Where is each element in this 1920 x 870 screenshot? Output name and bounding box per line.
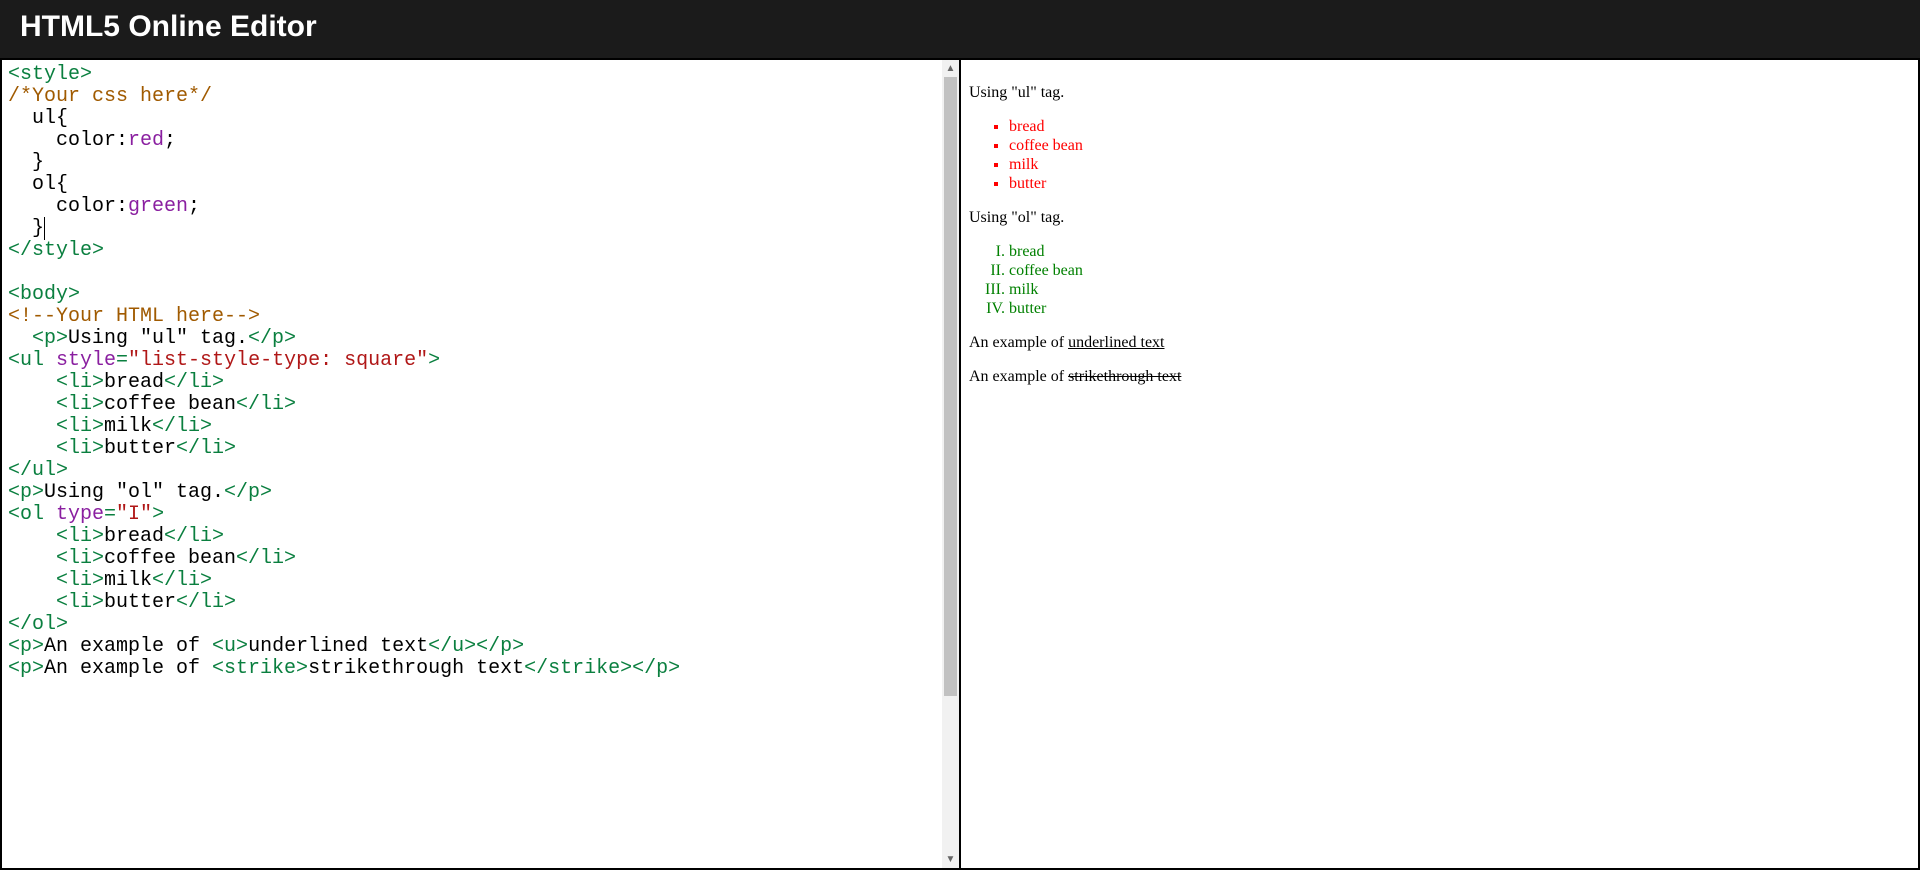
code-token: ; xyxy=(164,129,176,152)
scroll-thumb[interactable] xyxy=(944,77,957,696)
code-token: <style> xyxy=(8,63,92,86)
code-token: <li> xyxy=(8,525,104,548)
code-token: <li> xyxy=(8,569,104,592)
code-editor[interactable]: <style> /*Your css here*/ ul{ color:red;… xyxy=(2,60,942,868)
code-token: <p> xyxy=(8,657,44,680)
code-token: <u> xyxy=(212,635,248,658)
code-token: <strike> xyxy=(212,657,308,680)
code-token: underlined text xyxy=(248,635,428,658)
list-item: milk xyxy=(1009,156,1910,174)
code-token: ul{ xyxy=(8,107,68,130)
code-token: bread xyxy=(104,371,164,394)
code-token: </strike> xyxy=(524,657,632,680)
preview-content: Using "ul" tag. bread coffee bean milk b… xyxy=(961,60,1918,410)
code-token: ol{ xyxy=(8,173,68,196)
code-token: </li> xyxy=(236,547,296,570)
list-item: bread xyxy=(1009,243,1910,261)
code-token: <body> xyxy=(8,283,80,306)
code-token: An example of xyxy=(44,657,212,680)
preview-text: Using "ul" tag. xyxy=(969,84,1910,102)
code-token: An example of xyxy=(44,635,212,658)
code-token: "I" xyxy=(116,503,152,526)
code-token: <!--Your HTML here--> xyxy=(8,305,260,328)
code-token: </li> xyxy=(152,415,212,438)
code-token: Using "ol" tag. xyxy=(44,481,224,504)
code-token: <li> xyxy=(8,393,104,416)
preview-ul: bread coffee bean milk butter xyxy=(969,118,1910,193)
code-token: color: xyxy=(8,195,128,218)
code-token: </li> xyxy=(164,525,224,548)
code-token: </ul> xyxy=(8,459,68,482)
code-token: </p> xyxy=(632,657,680,680)
list-item: coffee bean xyxy=(1009,262,1910,280)
list-item: butter xyxy=(1009,175,1910,193)
code-token: style xyxy=(56,349,116,372)
code-token: = xyxy=(104,503,116,526)
underlined-text: underlined text xyxy=(1068,334,1164,351)
preview-text: An example of underlined text xyxy=(969,334,1910,352)
code-token: milk xyxy=(104,415,152,438)
scroll-down-icon[interactable]: ▼ xyxy=(942,851,959,868)
code-token: </p> xyxy=(224,481,272,504)
code-token: coffee bean xyxy=(104,393,236,416)
list-item: milk xyxy=(1009,281,1910,299)
code-token: } xyxy=(8,217,45,240)
code-token: </li> xyxy=(164,371,224,394)
code-token: <li> xyxy=(8,415,104,438)
code-token: <p> xyxy=(8,327,68,350)
preview-pane: Using "ul" tag. bread coffee bean milk b… xyxy=(960,58,1920,870)
app-header: HTML5 Online Editor xyxy=(0,0,1920,58)
code-token: red xyxy=(128,129,164,152)
code-token: green xyxy=(128,195,188,218)
code-token: <ol xyxy=(8,503,56,526)
code-pane: <style> /*Your css here*/ ul{ color:red;… xyxy=(0,58,960,870)
code-token: </li> xyxy=(176,437,236,460)
code-token: ; xyxy=(188,195,200,218)
code-token: <ul xyxy=(8,349,56,372)
code-token: </ol> xyxy=(8,613,68,636)
code-token: <li> xyxy=(8,547,104,570)
code-token: strikethrough text xyxy=(308,657,524,680)
code-token: type xyxy=(56,503,104,526)
code-token: </p> xyxy=(248,327,296,350)
code-token: </u> xyxy=(428,635,476,658)
code-token: </style> xyxy=(8,239,104,262)
list-item: coffee bean xyxy=(1009,137,1910,155)
code-token: butter xyxy=(104,437,176,460)
code-token: </li> xyxy=(152,569,212,592)
code-token: <li> xyxy=(8,591,104,614)
code-token: butter xyxy=(104,591,176,614)
code-token: = xyxy=(116,349,128,372)
code-token: color: xyxy=(8,129,128,152)
code-token: bread xyxy=(104,525,164,548)
preview-ol: bread coffee bean milk butter xyxy=(969,243,1910,318)
code-token: </li> xyxy=(236,393,296,416)
code-token: Using "ul" tag. xyxy=(68,327,248,350)
code-token: > xyxy=(152,503,164,526)
code-token: "list-style-type: square" xyxy=(128,349,428,372)
preview-text-prefix: An example of xyxy=(969,368,1068,385)
code-token: </li> xyxy=(176,591,236,614)
scroll-track[interactable] xyxy=(942,77,959,851)
main-split: <style> /*Your css here*/ ul{ color:red;… xyxy=(0,58,1920,870)
scroll-up-icon[interactable]: ▲ xyxy=(942,60,959,77)
preview-text: An example of strikethrough text xyxy=(969,368,1910,386)
list-item: bread xyxy=(1009,118,1910,136)
code-token: coffee bean xyxy=(104,547,236,570)
preview-text-prefix: An example of xyxy=(969,334,1068,351)
code-token: milk xyxy=(104,569,152,592)
code-token: } xyxy=(8,151,44,174)
code-token: <p> xyxy=(8,481,44,504)
editor-scrollbar[interactable]: ▲ ▼ xyxy=(942,60,959,868)
code-token: <p> xyxy=(8,635,44,658)
app-title: HTML5 Online Editor xyxy=(20,10,317,43)
code-token: <li> xyxy=(8,437,104,460)
code-token: > xyxy=(428,349,440,372)
code-token: <li> xyxy=(8,371,104,394)
code-token: </p> xyxy=(476,635,524,658)
code-token: /*Your css here*/ xyxy=(8,85,212,108)
list-item: butter xyxy=(1009,300,1910,318)
strikethrough-text: strikethrough text xyxy=(1068,368,1181,385)
preview-text: Using "ol" tag. xyxy=(969,209,1910,227)
